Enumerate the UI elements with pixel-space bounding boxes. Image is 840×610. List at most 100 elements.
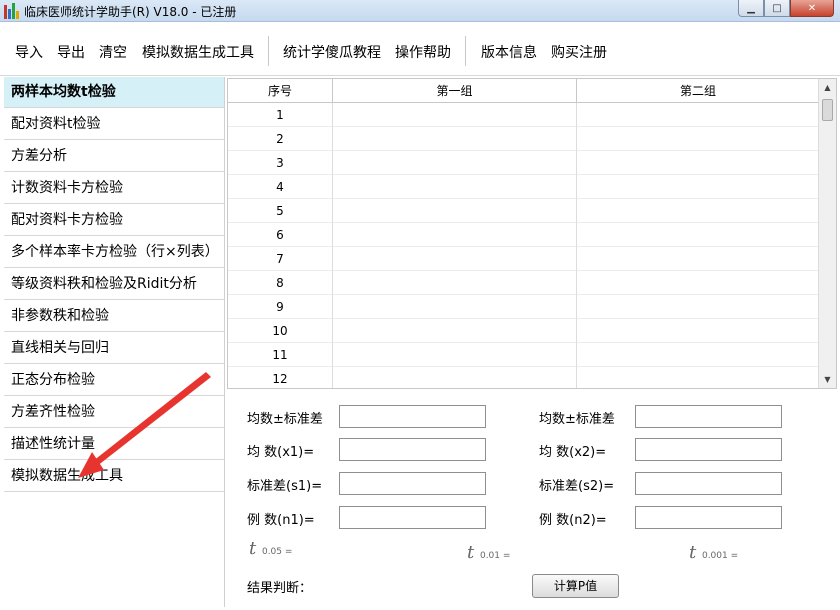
row-index: 11: [228, 343, 333, 367]
maximize-button[interactable]: □: [764, 0, 790, 17]
label-mean-2: 均 数(x2)=: [539, 445, 607, 460]
scroll-thumb[interactable]: [822, 99, 833, 121]
minimize-button[interactable]: ▁: [738, 0, 764, 17]
label-n-2: 例 数(n2)=: [539, 513, 607, 528]
cell-group2[interactable]: [577, 295, 820, 319]
col-header-group1[interactable]: 第一组: [333, 79, 577, 103]
t-critical-001: t 0.01 =: [467, 542, 511, 563]
cell-group1[interactable]: [333, 151, 577, 175]
scroll-up-icon[interactable]: ▲: [819, 79, 836, 96]
table-row: 8: [228, 271, 820, 295]
cell-group2[interactable]: [577, 271, 820, 295]
grid-scrollbar[interactable]: ▲ ▼: [818, 79, 836, 388]
input-n-2[interactable]: [635, 506, 782, 529]
menu-import[interactable]: 导入: [15, 42, 43, 62]
row-index: 3: [228, 151, 333, 175]
input-form: 均数±标准差 均 数(x1)= 标准差(s1)= 例 数(n1)= 均数±标准差…: [227, 390, 837, 607]
cell-group2[interactable]: [577, 223, 820, 247]
input-sd-2[interactable]: [635, 472, 782, 495]
cell-group1[interactable]: [333, 271, 577, 295]
cell-group2[interactable]: [577, 199, 820, 223]
label-mean-1: 均 数(x1)=: [247, 445, 315, 460]
row-index: 12: [228, 367, 333, 388]
data-grid: 序号 第一组 第二组 1 2 3 4 5 6 7 8 9 10 11 12 ▲ ▼: [227, 78, 837, 389]
sidebar-item-nonparametric[interactable]: 非参数秩和检验: [4, 301, 224, 332]
menu-separator: [465, 36, 466, 66]
table-row: 3: [228, 151, 820, 175]
col-header-index[interactable]: 序号: [228, 79, 333, 103]
input-mean-sd-1[interactable]: [339, 405, 486, 428]
cell-group2[interactable]: [577, 103, 820, 127]
scroll-down-icon[interactable]: ▼: [819, 371, 836, 388]
cell-group1[interactable]: [333, 319, 577, 343]
window-title: 临床医师统计学助手(R) V18.0 - 已注册: [24, 5, 237, 19]
input-mean-2[interactable]: [635, 438, 782, 461]
menu-help[interactable]: 操作帮助: [395, 42, 451, 62]
sidebar-item-chi-square[interactable]: 计数资料卡方检验: [4, 173, 224, 204]
calc-p-value-button[interactable]: 计算P值: [532, 574, 619, 598]
grid-header: 序号 第一组 第二组: [228, 79, 820, 103]
sidebar-item-ridit[interactable]: 等级资料秩和检验及Ridit分析: [4, 269, 224, 300]
sidebar-item-sim-data-tool[interactable]: 模拟数据生成工具: [4, 461, 224, 492]
menu-version[interactable]: 版本信息: [481, 42, 537, 62]
table-row: 12: [228, 367, 820, 388]
table-row: 2: [228, 127, 820, 151]
input-sd-1[interactable]: [339, 472, 486, 495]
cell-group2[interactable]: [577, 343, 820, 367]
table-row: 4: [228, 175, 820, 199]
sidebar-item-two-sample-t[interactable]: 两样本均数t检验: [4, 77, 224, 108]
cell-group1[interactable]: [333, 199, 577, 223]
sidebar-item-normality[interactable]: 正态分布检验: [4, 365, 224, 396]
table-row: 9: [228, 295, 820, 319]
menu-clear[interactable]: 清空: [99, 42, 127, 62]
cell-group1[interactable]: [333, 247, 577, 271]
table-row: 10: [228, 319, 820, 343]
table-row: 6: [228, 223, 820, 247]
input-mean-1[interactable]: [339, 438, 486, 461]
t-critical-0001: t 0.001 =: [689, 542, 739, 563]
cell-group1[interactable]: [333, 175, 577, 199]
sidebar-item-descriptive[interactable]: 描述性统计量: [4, 429, 224, 460]
label-mean-sd-2: 均数±标准差: [539, 412, 615, 427]
title-bar: 临床医师统计学助手(R) V18.0 - 已注册 ▁ □ ✕: [0, 0, 840, 22]
row-index: 9: [228, 295, 333, 319]
sidebar-item-paired-t[interactable]: 配对资料t检验: [4, 109, 224, 140]
cell-group1[interactable]: [333, 343, 577, 367]
sidebar-item-homogeneity[interactable]: 方差齐性检验: [4, 397, 224, 428]
cell-group2[interactable]: [577, 175, 820, 199]
cell-group2[interactable]: [577, 127, 820, 151]
result-label: 结果判断：: [247, 581, 313, 596]
row-index: 6: [228, 223, 333, 247]
sidebar-item-regression[interactable]: 直线相关与回归: [4, 333, 224, 364]
menu-tutorial[interactable]: 统计学傻瓜教程: [283, 42, 381, 62]
sidebar-item-paired-chi-square[interactable]: 配对资料卡方检验: [4, 205, 224, 236]
input-n-1[interactable]: [339, 506, 486, 529]
label-n-1: 例 数(n1)=: [247, 513, 315, 528]
cell-group1[interactable]: [333, 295, 577, 319]
sidebar-item-rxc-chi-square[interactable]: 多个样本率卡方检验（行×列表）: [4, 237, 224, 268]
menu-register[interactable]: 购买注册: [551, 42, 607, 62]
row-index: 4: [228, 175, 333, 199]
cell-group1[interactable]: [333, 367, 577, 388]
cell-group2[interactable]: [577, 319, 820, 343]
sidebar: 两样本均数t检验 配对资料t检验 方差分析 计数资料卡方检验 配对资料卡方检验 …: [4, 77, 225, 607]
sidebar-item-anova[interactable]: 方差分析: [4, 141, 224, 172]
menu-separator: [268, 36, 269, 66]
cell-group1[interactable]: [333, 103, 577, 127]
menu-export[interactable]: 导出: [57, 42, 85, 62]
input-mean-sd-2[interactable]: [635, 405, 782, 428]
label-mean-sd-1: 均数±标准差: [247, 412, 323, 427]
close-button[interactable]: ✕: [790, 0, 834, 17]
col-header-group2[interactable]: 第二组: [577, 79, 820, 103]
cell-group2[interactable]: [577, 247, 820, 271]
cell-group2[interactable]: [577, 367, 820, 388]
row-index: 10: [228, 319, 333, 343]
row-index: 1: [228, 103, 333, 127]
table-row: 1: [228, 103, 820, 127]
row-index: 5: [228, 199, 333, 223]
cell-group2[interactable]: [577, 151, 820, 175]
menu-sim-data-tool[interactable]: 模拟数据生成工具: [142, 42, 254, 62]
row-index: 8: [228, 271, 333, 295]
cell-group1[interactable]: [333, 223, 577, 247]
cell-group1[interactable]: [333, 127, 577, 151]
